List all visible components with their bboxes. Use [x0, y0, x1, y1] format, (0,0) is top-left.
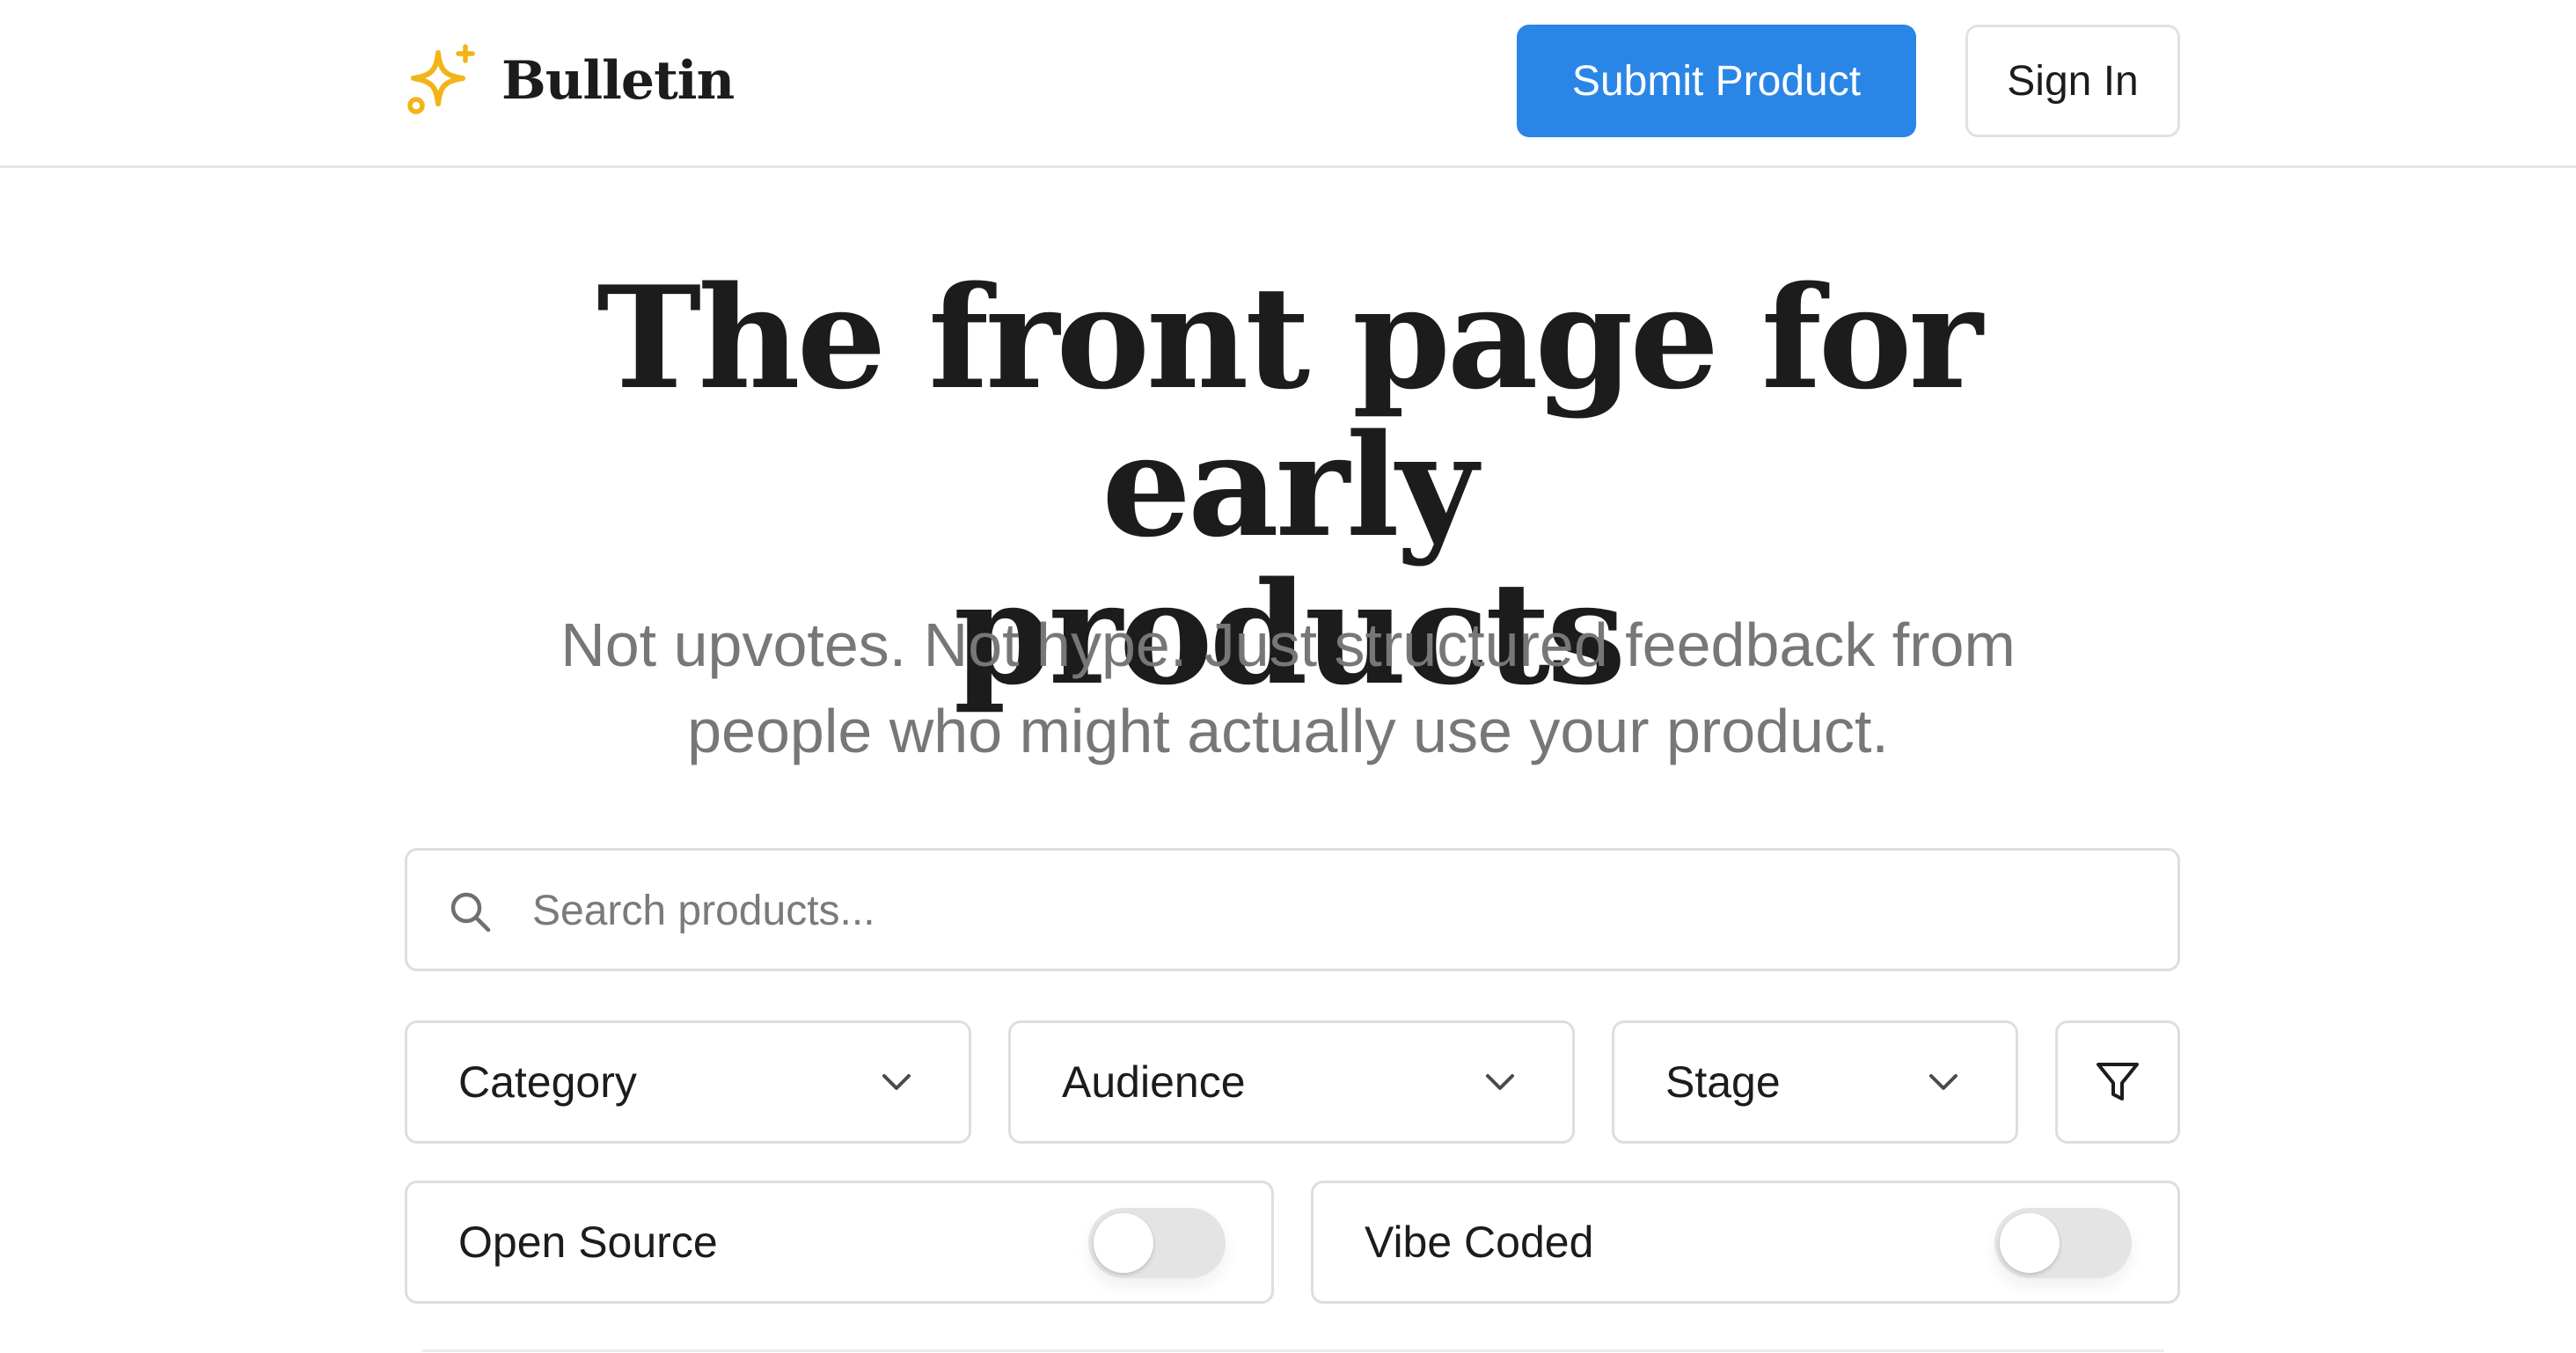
search-input[interactable] [532, 868, 2151, 953]
sign-in-button[interactable]: Sign In [1965, 25, 2180, 137]
toggle-knob [1094, 1213, 1153, 1273]
hero-subtitle-line-1: Not upvotes. Not hype. Just structured f… [560, 611, 2016, 679]
open-source-label: Open Source [458, 1218, 718, 1267]
submit-product-button[interactable]: Submit Product [1517, 25, 1916, 137]
audience-select[interactable]: Audience [1008, 1020, 1575, 1144]
toggle-knob [2000, 1213, 2060, 1273]
brand-logo[interactable]: Bulletin [405, 44, 735, 118]
hero-subtitle-line-2: people who might actually use your produ… [687, 697, 1889, 765]
hero-title-line-1: The front page for early [596, 255, 1982, 568]
content-divider [422, 1349, 2164, 1352]
search-icon [450, 892, 491, 932]
filter-icon [2097, 1063, 2139, 1101]
vibe-coded-label: Vibe Coded [1365, 1218, 1594, 1267]
chevron-down-icon [1486, 1074, 1514, 1090]
open-source-toggle-card: Open Source [405, 1181, 1274, 1304]
stage-select-label: Stage [1665, 1057, 1781, 1107]
vibe-coded-toggle-card: Vibe Coded [1311, 1181, 2180, 1304]
open-source-toggle[interactable] [1088, 1208, 1226, 1278]
search-bar[interactable] [405, 848, 2180, 971]
chevron-down-icon [882, 1074, 911, 1090]
hero-subtitle: Not upvotes. Not hype. Just structured f… [408, 602, 2168, 774]
audience-select-label: Audience [1062, 1057, 1246, 1107]
sparkle-icon [407, 44, 475, 114]
category-select-label: Category [458, 1057, 637, 1107]
category-select[interactable]: Category [405, 1020, 971, 1144]
chevron-down-icon [1929, 1074, 1958, 1090]
stage-select[interactable]: Stage [1612, 1020, 2018, 1144]
brand-name: Bulletin [501, 50, 735, 112]
vibe-coded-toggle[interactable] [1994, 1208, 2132, 1278]
filter-button[interactable] [2055, 1020, 2180, 1144]
top-navbar: Bulletin Submit Product Sign In [0, 0, 2576, 168]
